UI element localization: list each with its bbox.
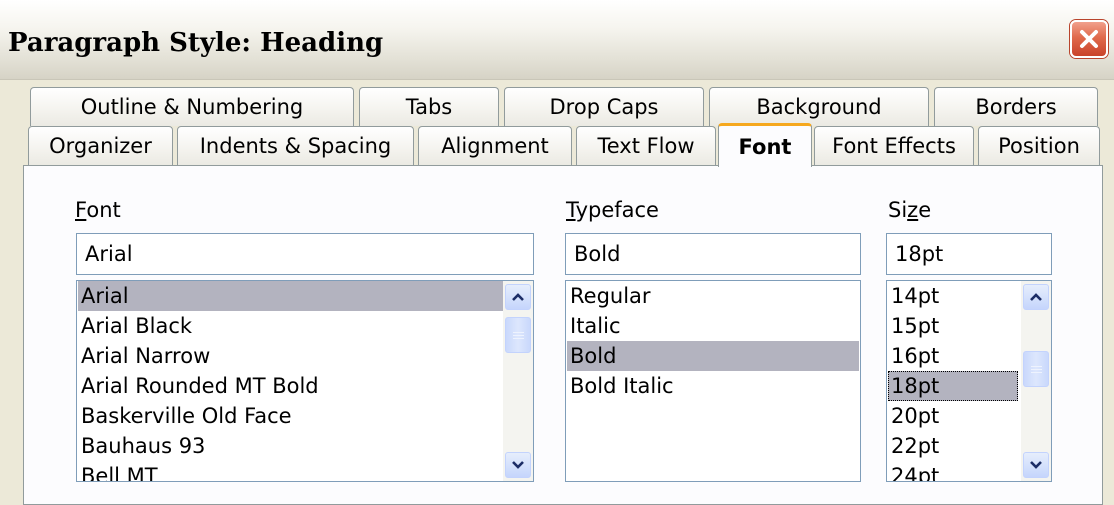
list-item[interactable]: Italic <box>567 311 859 341</box>
tab-label: Font Effects <box>832 134 956 158</box>
typeface-label: Typeface <box>566 198 659 222</box>
tab-label: Borders <box>975 95 1057 119</box>
tab-tabs[interactable]: Tabs <box>359 87 499 126</box>
tab-text-flow[interactable]: Text Flow <box>576 126 716 165</box>
size-list[interactable]: 14pt 15pt 16pt 18pt 20pt 22pt 24pt <box>886 280 1052 482</box>
tab-label: Alignment <box>441 134 549 158</box>
list-item[interactable]: 20pt <box>888 401 1018 431</box>
list-item[interactable]: Arial Narrow <box>78 341 503 371</box>
list-item[interactable]: Baskerville Old Face <box>78 401 503 431</box>
list-item[interactable]: 14pt <box>888 281 1018 311</box>
tab-organizer[interactable]: Organizer <box>28 126 173 165</box>
list-item[interactable]: Arial <box>78 281 503 311</box>
list-item[interactable]: Bold <box>567 341 859 371</box>
scroll-up-button[interactable] <box>505 284 531 310</box>
tab-background[interactable]: Background <box>709 87 929 126</box>
scroll-down-button[interactable] <box>1023 452 1049 478</box>
chevron-down-icon <box>512 461 524 469</box>
tab-drop-caps[interactable]: Drop Caps <box>504 87 704 126</box>
list-item[interactable]: Arial Rounded MT Bold <box>78 371 503 401</box>
typeface-input[interactable]: Bold <box>565 233 861 275</box>
dialog-title: Paragraph Style: Heading <box>8 28 384 58</box>
list-item[interactable]: 18pt <box>888 371 1018 401</box>
grip-icon <box>1030 364 1042 375</box>
scroll-up-button[interactable] <box>1023 284 1049 310</box>
scroll-thumb[interactable] <box>1023 351 1049 387</box>
size-label: Size <box>888 198 932 222</box>
font-list-scrollbar[interactable] <box>503 281 533 481</box>
close-button[interactable] <box>1070 20 1108 58</box>
tab-indents-spacing[interactable]: Indents & Spacing <box>177 126 414 165</box>
list-item[interactable]: Bold Italic <box>567 371 859 401</box>
scroll-down-button[interactable] <box>505 452 531 478</box>
tab-font-effects[interactable]: Font Effects <box>814 126 974 165</box>
tab-label: Background <box>756 95 882 119</box>
tab-font[interactable]: Font <box>718 123 812 167</box>
grip-icon <box>512 330 524 341</box>
close-icon <box>1080 30 1098 48</box>
list-item[interactable]: Arial Black <box>78 311 503 341</box>
tab-label: Font <box>738 134 792 159</box>
list-item[interactable]: Bauhaus 93 <box>78 431 503 461</box>
tab-label: Text Flow <box>597 134 695 158</box>
typeface-list[interactable]: Regular Italic Bold Bold Italic <box>565 280 861 482</box>
list-item[interactable]: 15pt <box>888 311 1018 341</box>
tab-label: Drop Caps <box>549 95 659 119</box>
list-item[interactable]: 16pt <box>888 341 1018 371</box>
tab-label: Tabs <box>405 95 453 119</box>
tab-label: Outline & Numbering <box>80 95 304 119</box>
tab-borders[interactable]: Borders <box>934 87 1098 126</box>
font-list[interactable]: Arial Arial Black Arial Narrow Arial Rou… <box>76 280 534 482</box>
tab-outline-numbering[interactable]: Outline & Numbering <box>30 87 354 126</box>
tab-position[interactable]: Position <box>978 126 1100 165</box>
chevron-up-icon <box>512 293 524 301</box>
tab-label: Organizer <box>49 134 152 158</box>
size-list-scrollbar[interactable] <box>1021 281 1051 481</box>
size-input[interactable]: 18pt <box>886 233 1052 275</box>
list-item[interactable]: 24pt <box>888 461 1018 481</box>
list-item[interactable]: Regular <box>567 281 859 311</box>
tab-label: Position <box>998 134 1080 158</box>
list-item[interactable]: Bell MT <box>78 461 503 481</box>
chevron-up-icon <box>1030 293 1042 301</box>
tab-label: Indents & Spacing <box>199 134 392 158</box>
chevron-down-icon <box>1030 461 1042 469</box>
title-bar: Paragraph Style: Heading <box>0 0 1114 80</box>
list-item[interactable]: 22pt <box>888 431 1018 461</box>
tab-alignment[interactable]: Alignment <box>418 126 572 165</box>
scroll-thumb[interactable] <box>505 317 531 353</box>
font-label: Font <box>75 198 121 222</box>
font-name-input[interactable]: Arial <box>76 233 534 275</box>
